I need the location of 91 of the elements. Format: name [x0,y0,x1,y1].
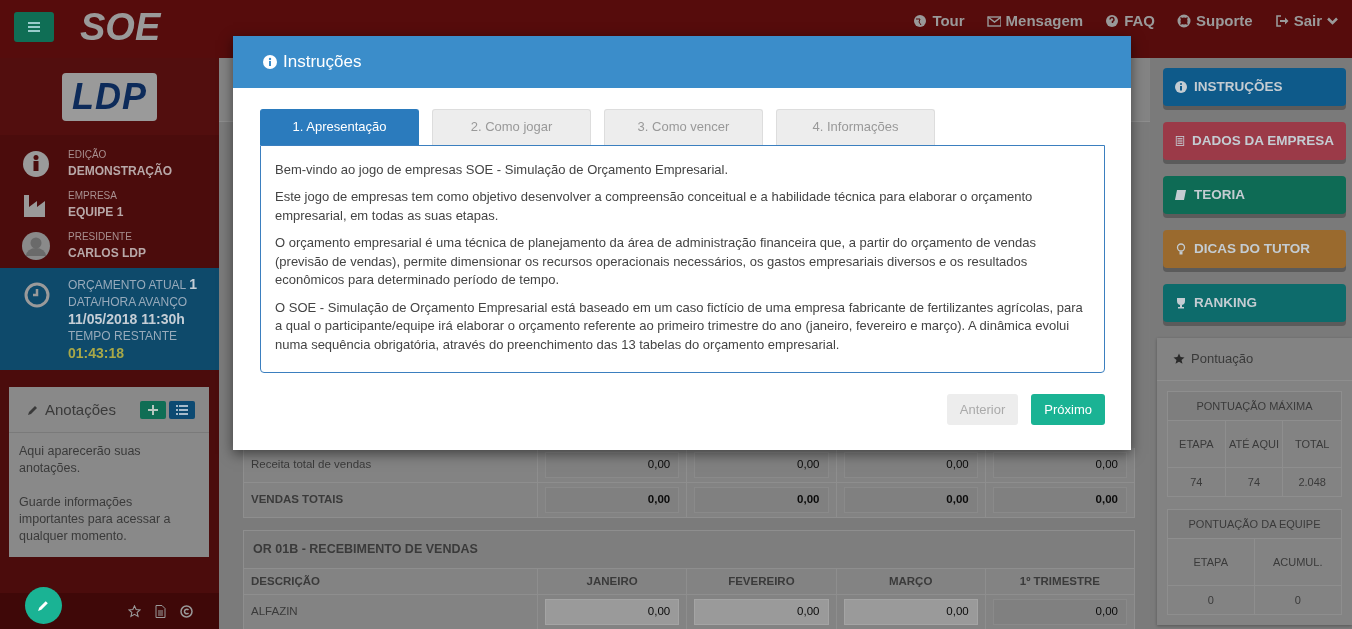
score-value: 0 [1168,584,1255,614]
menu-button[interactable]: RANKING [1163,284,1346,322]
column-header: ACUMUL. [1254,537,1341,585]
row-label: VENDAS TOTAIS [251,492,344,508]
info-icon [22,149,50,178]
advance-datetime: 11/05/2018 11:30h [68,311,186,328]
dialog-title: Instruções [283,51,362,73]
star-icon[interactable] [128,604,141,618]
table-title: OR 01B - RECEBIMENTO DE VENDAS [244,531,1134,568]
column-header: JANEIRO [586,573,638,589]
pencil-icon [27,404,39,417]
field-value: DEMONSTRAÇÃO [68,162,172,180]
company-logo: LDP [62,72,157,121]
nav-link[interactable]: FAQ [1105,10,1155,33]
dialog-tab[interactable]: 3. Como vencer [604,108,763,145]
menu-button[interactable]: DADOS DA EMPRESA [1163,122,1346,160]
notes-text: Guarde informações importantes para acessar a qualquer momento. [19,493,172,545]
notes-text: Aqui aparecerão suas anotações. [19,442,142,477]
document-icon [1175,135,1185,147]
exit-icon [1274,14,1289,29]
nav-link[interactable]: Suporte [1176,10,1253,33]
trophy-icon [1175,297,1187,309]
field-label: EDIÇÃO [68,147,108,162]
row-label: ALFAZIN [251,604,298,620]
column-header: ATÉ AQUI [1225,419,1284,467]
lightbulb-icon [1175,243,1187,255]
lifebuoy-icon [1176,14,1191,29]
budget-number: 1 [189,276,197,292]
notes-title: Anotações [45,400,116,420]
menu-button[interactable] [14,12,54,42]
envelope-icon [986,14,1001,29]
info-icon [1175,81,1187,93]
avatar-icon [22,231,50,260]
dialog-tab[interactable]: 4. Informações [776,108,935,145]
score-value: 74 [1225,466,1284,496]
menu-icon [28,22,40,32]
chevron-down-icon [1327,17,1338,26]
field-label: EMPRESA [68,189,118,203]
score-value: 74 [1168,466,1226,496]
score-title: Pontuação [1191,350,1254,368]
table-header: PONTUAÇÃO MÁXIMA [1168,391,1341,420]
column-header: ETAPA [1168,419,1226,467]
dialog-tab[interactable]: 1. Apresentação [260,108,419,145]
field-label: PRESIDENTE [68,230,133,244]
dialog-tab[interactable]: 2. Como jogar [432,108,591,145]
plus-icon [148,405,158,416]
field-value: CARLOS LDP [68,245,146,262]
paragraph: Bem-vindo ao jogo de empresas SOE - Simulação de Orçamento Empresarial. [275,160,730,179]
value-field[interactable]: 0,00 [843,599,978,625]
column-header: TOTAL [1283,419,1341,467]
table-header: PONTUAÇÃO DA EQUIPE [1168,509,1341,538]
globe-icon [913,14,928,29]
list-notes-button[interactable] [169,401,195,420]
value-field[interactable]: 0,00 [545,599,680,625]
budget-label: ORÇAMENTO ATUAL [68,278,187,292]
clock-icon [24,282,50,308]
column-header: 1º TRIMESTRE [1019,573,1100,589]
add-note-button[interactable] [140,401,166,420]
dialog-button[interactable]: Próximo [1031,394,1105,425]
value-field: 0,00 [694,487,829,513]
nav-link[interactable]: Tour [913,10,965,33]
column-header: FEVEREIRO [728,573,795,589]
paragraph: O SOE - Simulação de Orçamento Empresarial está baseado em um caso fictício de uma empresa fabricante de fertilizantes agrícolas, para a qual o participante/equipe irá elaborar o orçamento referente ao primeiro trimestre do ano (janeiro, fevereiro e março). A dinâmica evolui numa sequência obrigatória, através do preenchimento das 13 tabelas do orçamento empresarial. [275,298,1084,354]
document-icon[interactable] [155,604,166,618]
menu-button[interactable]: TEORIA [1163,176,1346,214]
menu-button[interactable]: INSTRUÇÕES [1163,68,1346,106]
field-value: EQUIPE 1 [68,204,124,221]
menu-button[interactable]: DICAS DO TUTOR [1163,230,1346,268]
value-field[interactable]: 0,00 [694,599,829,625]
question-icon [1105,14,1120,29]
row-label: Receita total de vendas [251,457,372,473]
paragraph: O orçamento empresarial é uma técnica de planejamento da área de administração financeira que, a partir do orçamento de vendas (previsão de vendas), permite dimensionar os recursos operacionais necessários, os gastos empresariais diversos e os resultados econômicos para determinado período de tempo. [275,234,1037,289]
info-icon [263,54,277,69]
nav-link[interactable]: Sair [1274,10,1338,33]
pencil-icon [37,599,50,612]
nav-link[interactable]: Mensagem [986,10,1084,33]
advance-label: DATA/HORA AVANÇO [68,294,189,311]
remaining-label: TEMPO RESTANTE [68,328,179,345]
value-field: 0,00 [843,452,978,478]
column-header: DESCRIÇÃO [251,573,320,589]
column-header: MARÇO [888,573,933,589]
column-header: ETAPA [1168,537,1255,585]
score-value: 2.048 [1283,466,1341,496]
app-title: SOE [80,5,161,50]
copyright-icon[interactable] [180,604,193,618]
remaining-time: 01:43:18 [68,345,126,362]
star-icon [1173,352,1185,365]
value-field: 0,00 [843,487,978,513]
paragraph: Este jogo de empresas tem como objetivo desenvolver a compreensão conceitual e a habilidade técnica para elaborar o orçamento empresarial, em todas as suas etapas. [275,188,1034,225]
score-value: 0 [1254,584,1341,614]
list-icon [176,405,188,416]
